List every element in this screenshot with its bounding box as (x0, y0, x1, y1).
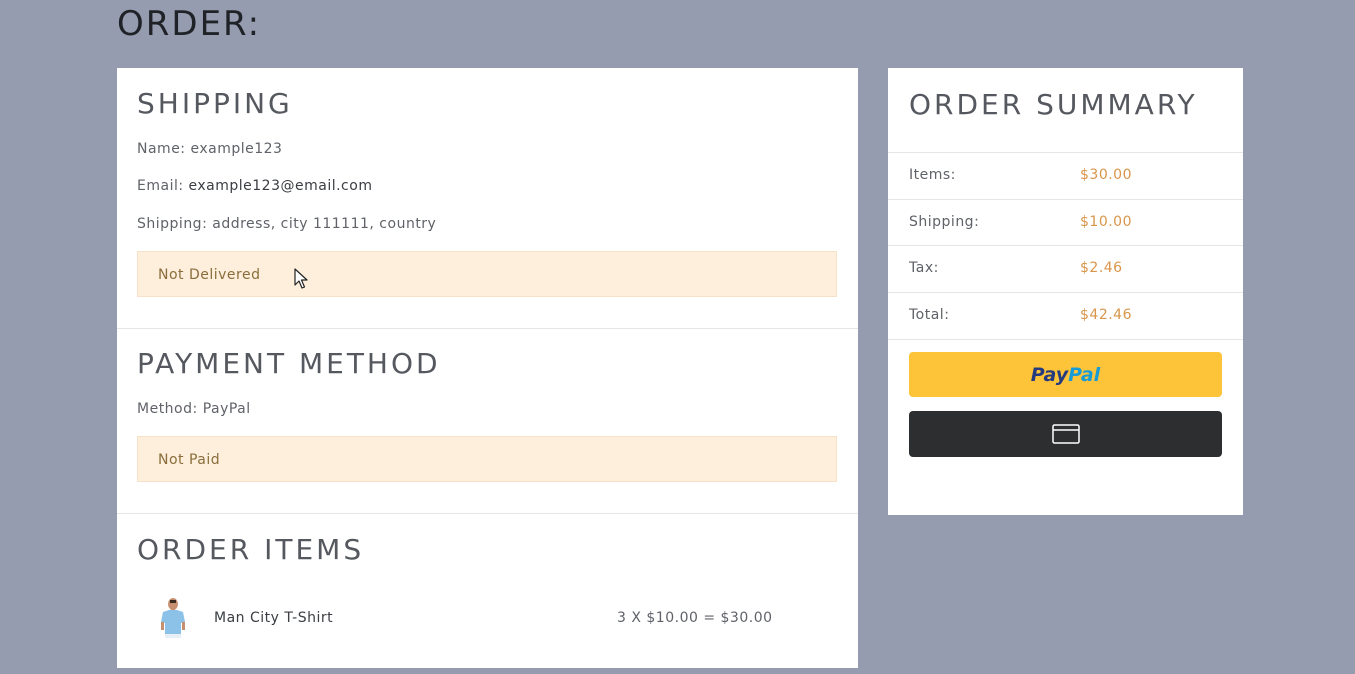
order-details-card: SHIPPING Name: example123 Email: example… (117, 68, 858, 668)
shipping-email-link[interactable]: example123@email.com (189, 178, 373, 194)
order-item-row: Man City T-Shirt 3 X $10.00 = $30.00 (137, 594, 837, 644)
paypal-button[interactable]: PayPal (909, 352, 1222, 397)
debit-credit-card-button[interactable] (909, 411, 1222, 457)
summary-tax-amount: $2.46 (1080, 260, 1123, 276)
payment-status-alert: Not Paid (137, 436, 837, 482)
shipping-heading: SHIPPING (137, 87, 293, 120)
summary-row-total: Total: $42.46 (888, 292, 1243, 339)
summary-shipping-amount: $10.00 (1080, 214, 1132, 230)
summary-total-amount: $42.46 (1080, 307, 1132, 323)
summary-items-label: Items: (909, 167, 956, 183)
summary-row-tax: Tax: $2.46 (888, 245, 1243, 292)
payment-method-label: Method: (137, 401, 203, 417)
shipping-name-label: Name: (137, 141, 191, 157)
shipping-name: Name: example123 (137, 141, 282, 157)
summary-tax-label: Tax: (909, 260, 939, 276)
summary-divider (888, 339, 1243, 340)
credit-card-icon (1052, 424, 1080, 444)
summary-total-label: Total: (909, 307, 950, 323)
summary-row-items: Items: $30.00 (888, 152, 1243, 199)
payment-method-heading: PAYMENT METHOD (137, 347, 441, 380)
shipping-email: Email: example123@email.com (137, 178, 372, 194)
paypal-logo-pay: Pay (1030, 363, 1069, 386)
order-item-name-link[interactable]: Man City T-Shirt (214, 610, 333, 626)
order-item-total: 3 X $10.00 = $30.00 (617, 610, 773, 626)
shipping-name-value: example123 (190, 141, 283, 157)
shipping-email-label: Email: (137, 178, 189, 194)
order-items-heading: ORDER ITEMS (137, 533, 365, 566)
paypal-logo-pal: Pal (1068, 363, 1101, 386)
delivery-status-text: Not Delivered (158, 267, 261, 283)
summary-shipping-label: Shipping: (909, 214, 980, 230)
page-title: ORDER: (117, 4, 262, 44)
order-items-section: ORDER ITEMS Man City T-Shirt 3 X $10.00 … (117, 514, 858, 674)
payment-method-line: Method: PayPal (137, 401, 251, 417)
tshirt-product-image[interactable] (155, 596, 191, 640)
summary-items-amount: $30.00 (1080, 167, 1132, 183)
order-summary-heading: ORDER SUMMARY (909, 88, 1198, 121)
order-summary-card: ORDER SUMMARY Items: $30.00 Shipping: $1… (888, 68, 1243, 515)
shipping-section: SHIPPING Name: example123 Email: example… (117, 68, 858, 329)
mouse-cursor-icon (294, 268, 308, 289)
shipping-address-value: address, city 111111, country (212, 216, 437, 232)
shipping-address-label: Shipping: (137, 216, 213, 232)
shipping-address: Shipping: address, city 111111, country (137, 216, 436, 232)
summary-row-shipping: Shipping: $10.00 (888, 199, 1243, 246)
delivery-status-alert: Not Delivered (137, 251, 837, 297)
payment-method-value: PayPal (202, 401, 251, 417)
payment-method-section: PAYMENT METHOD Method: PayPal Not Paid (117, 329, 858, 514)
payment-status-text: Not Paid (158, 452, 221, 468)
